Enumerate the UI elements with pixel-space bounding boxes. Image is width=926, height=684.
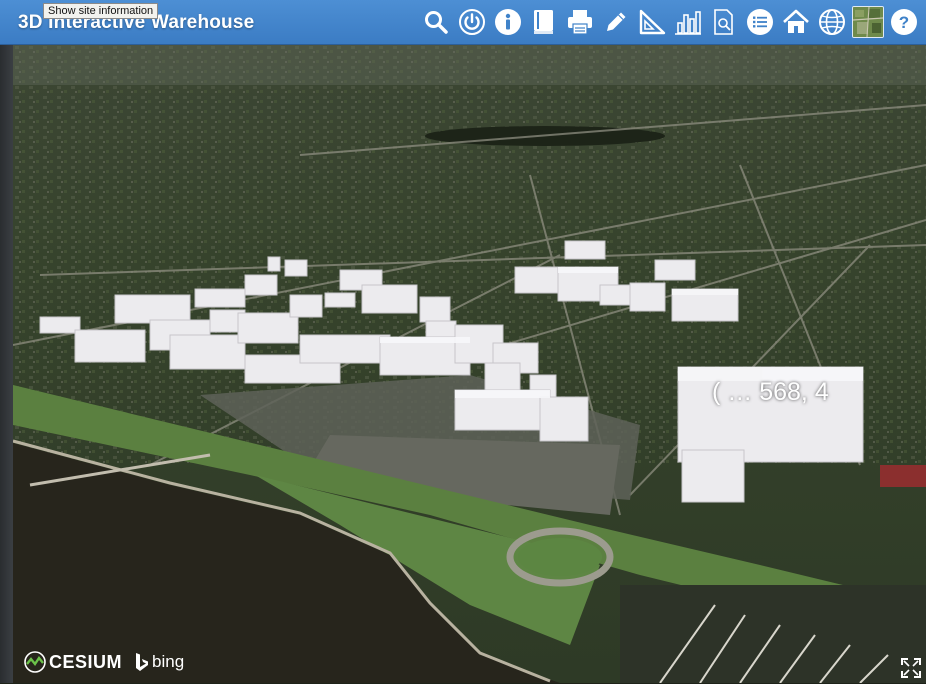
help-icon: ? [891,9,917,35]
coordinate-label: ( … 568, 4 [712,378,829,406]
set-square-icon [639,9,666,35]
print-icon [568,10,592,35]
viewer-left-edge [0,45,13,683]
cesium-logo[interactable]: CESIUM [24,651,122,673]
cesium-logo-icon [24,651,46,673]
globe-button[interactable] [814,5,850,39]
chart-button[interactable] [670,5,706,39]
cesium-logo-text: CESIUM [49,651,123,672]
home-button[interactable] [778,5,814,39]
bing-logo-icon [136,653,149,671]
site-info-button[interactable] [490,5,526,39]
layer-list-button[interactable] [742,5,778,39]
tool-buttons: ? [418,5,922,39]
book-button[interactable] [526,5,562,39]
pencil-icon [607,12,626,31]
document-search-icon [714,9,733,35]
info-icon [495,9,521,35]
power-icon [459,9,485,35]
search-button[interactable] [418,5,454,39]
bar-chart-icon [675,11,701,35]
cesium-3d-viewer[interactable] [0,45,926,683]
print-button[interactable] [562,5,598,39]
tooltip: Show site information [43,3,159,19]
svg-text:?: ? [899,13,909,32]
globe-icon [819,9,845,35]
book-icon [534,10,553,34]
home-icon [783,9,809,33]
bing-logo-text: bing [152,652,185,671]
help-button[interactable]: ? [886,5,922,39]
aerial-scene[interactable] [0,45,926,683]
bing-logo[interactable]: bing [134,652,184,672]
draw-button[interactable] [598,5,634,39]
fullscreen-icon [901,658,921,678]
search-icon [425,11,448,34]
measure-button[interactable] [634,5,670,39]
list-icon [747,9,773,35]
report-button[interactable] [706,5,742,39]
basemap-picker[interactable] [850,5,886,39]
map-credits: CESIUM bing [24,651,184,673]
fullscreen-button[interactable] [900,657,922,679]
basemap-thumbnail [852,6,884,38]
power-button[interactable] [454,5,490,39]
